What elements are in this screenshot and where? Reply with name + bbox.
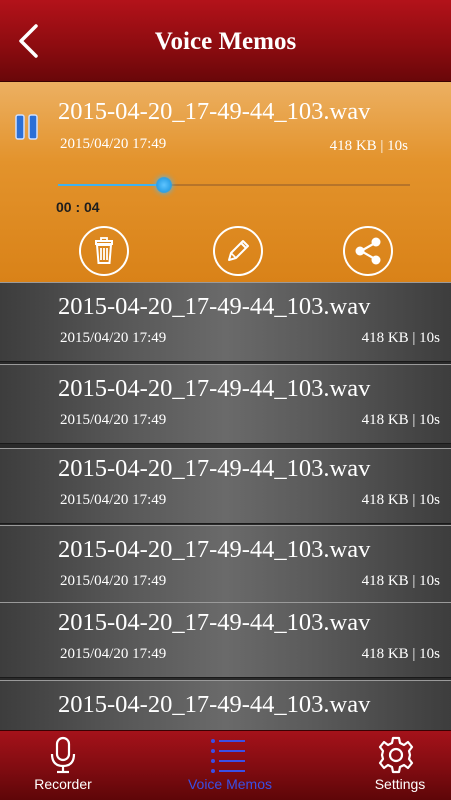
memo-filename: 2015-04-20_17-49-44_103.wav bbox=[58, 536, 371, 563]
memo-list[interactable]: 2015-04-20_17-49-44_103.wav 2015/04/20 1… bbox=[0, 282, 451, 730]
active-memo-meta: 418 KB | 10s bbox=[329, 138, 408, 154]
pencil-icon bbox=[228, 240, 249, 261]
memo-list-item[interactable]: 2015-04-20_17-49-44_103.wav 2015/04/20 1… bbox=[0, 364, 451, 444]
memo-list-item[interactable]: 2015-04-20_17-49-44_103.wav 2015/04/20 1… bbox=[0, 525, 451, 605]
bottom-tab-bar: Recorder Voice Memos Settings bbox=[0, 730, 451, 800]
memo-filename: 2015-04-20_17-49-44_103.wav bbox=[58, 691, 371, 718]
tab-label: Voice Memos bbox=[187, 776, 273, 792]
share-button[interactable] bbox=[343, 226, 393, 276]
seekbar-progress bbox=[58, 184, 164, 186]
tab-label: Recorder bbox=[34, 776, 92, 792]
gear-icon bbox=[378, 736, 414, 774]
tab-label: Settings bbox=[374, 776, 426, 792]
memo-list-item[interactable]: 2015-04-20_17-49-44_103.wav 2015/04/20 1… bbox=[0, 602, 451, 678]
memo-list-item[interactable]: 2015-04-20_17-49-44_103.wav 2015/04/20 1… bbox=[0, 448, 451, 524]
memo-meta: 418 KB | 10s bbox=[361, 573, 440, 589]
tab-settings[interactable]: Settings bbox=[360, 731, 440, 800]
delete-button[interactable] bbox=[79, 226, 129, 276]
memo-date: 2015/04/20 17:49 bbox=[60, 330, 167, 346]
active-memo-panel: 2015-04-20_17-49-44_103.wav 2015/04/20 1… bbox=[0, 82, 451, 282]
memo-meta: 418 KB | 10s bbox=[361, 412, 440, 428]
seekbar-thumb[interactable] bbox=[155, 177, 172, 193]
playback-seekbar[interactable] bbox=[58, 177, 410, 193]
memo-date: 2015/04/20 17:49 bbox=[60, 573, 167, 589]
memo-date: 2015/04/20 17:49 bbox=[60, 492, 167, 508]
share-icon bbox=[355, 237, 381, 265]
list-icon bbox=[211, 739, 245, 773]
memo-meta: 418 KB | 10s bbox=[361, 492, 440, 508]
page-title: Voice Memos bbox=[154, 28, 297, 55]
app-header: Voice Memos bbox=[0, 0, 451, 82]
microphone-icon bbox=[50, 736, 76, 774]
active-memo-filename: 2015-04-20_17-49-44_103.wav bbox=[58, 98, 371, 125]
memo-date: 2015/04/20 17:49 bbox=[60, 412, 167, 428]
pause-icon bbox=[15, 114, 38, 140]
memo-meta: 418 KB | 10s bbox=[361, 646, 440, 662]
memo-filename: 2015-04-20_17-49-44_103.wav bbox=[58, 455, 371, 482]
rename-button[interactable] bbox=[213, 226, 263, 276]
memo-list-item[interactable]: 2015-04-20_17-49-44_103.wav 2015/04/20 1… bbox=[0, 282, 451, 362]
memo-meta: 418 KB | 10s bbox=[361, 330, 440, 346]
memo-list-item[interactable]: 2015-04-20_17-49-44_103.wav bbox=[0, 680, 451, 730]
memo-filename: 2015-04-20_17-49-44_103.wav bbox=[58, 293, 371, 320]
memo-filename: 2015-04-20_17-49-44_103.wav bbox=[58, 609, 371, 636]
memo-filename: 2015-04-20_17-49-44_103.wav bbox=[58, 375, 371, 402]
tab-recorder[interactable]: Recorder bbox=[18, 731, 108, 800]
memo-date: 2015/04/20 17:49 bbox=[60, 646, 167, 662]
tab-voice-memos[interactable]: Voice Memos bbox=[180, 731, 280, 800]
active-memo-date: 2015/04/20 17:49 bbox=[60, 136, 167, 152]
pause-button[interactable] bbox=[14, 114, 40, 140]
elapsed-time: 00 : 04 bbox=[56, 199, 100, 215]
trash-icon bbox=[95, 237, 113, 264]
